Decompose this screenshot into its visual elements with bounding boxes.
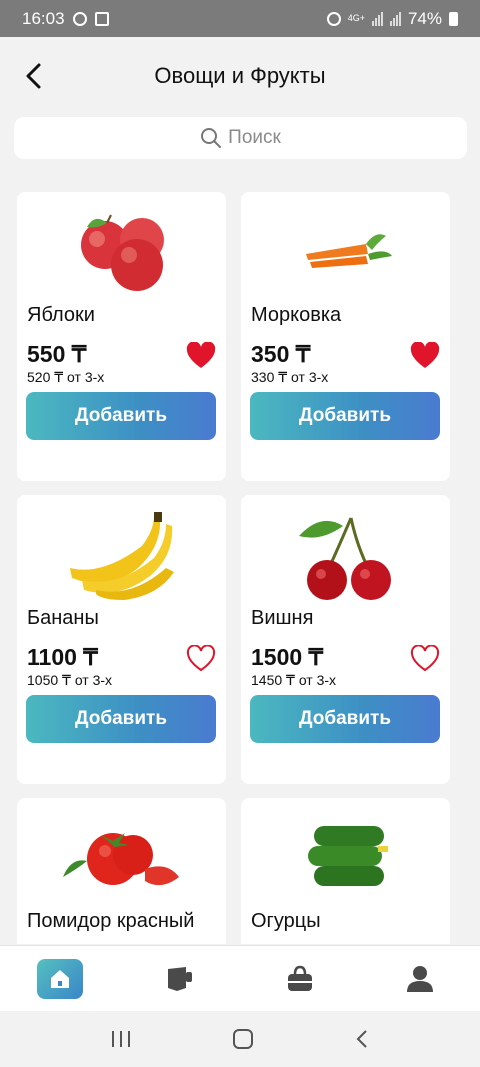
alarm-icon (326, 11, 341, 26)
product-price: 1500 ₸ (251, 644, 324, 670)
battery-level: 74% (407, 8, 442, 28)
product-price: 550 ₸ (27, 341, 87, 367)
back-system-icon[interactable] (354, 1028, 370, 1050)
favorite-heart-icon[interactable] (410, 341, 440, 370)
product-card[interactable]: Яблоки 550 ₸ 520 ₸ от 3-х Добавить (17, 192, 226, 481)
page-title: Овощи и Фрукты (154, 63, 326, 88)
status-bar: 16:03 4G+ 74% (0, 0, 480, 37)
add-to-cart-button[interactable]: Добавить (250, 695, 440, 743)
profile-icon (407, 965, 433, 992)
product-price: 350 ₸ (251, 341, 311, 367)
product-image-carrots (241, 200, 450, 300)
favorite-heart-icon[interactable] (186, 341, 216, 370)
product-bulk-price: 520 ₸ от 3-х (27, 369, 105, 385)
favorite-heart-outline-icon[interactable] (186, 644, 216, 673)
product-image-bananas (17, 503, 226, 603)
product-name: Вишня (251, 607, 314, 629)
nav-home[interactable] (30, 954, 90, 1004)
status-time: 16:03 (22, 8, 65, 28)
favorite-heart-outline-icon[interactable] (410, 644, 440, 673)
add-to-cart-button[interactable]: Добавить (26, 695, 216, 743)
signal-icon-2 (389, 11, 401, 26)
home-icon (37, 958, 83, 999)
product-card[interactable]: Огурцы (241, 798, 450, 944)
product-card[interactable]: Вишня 1500 ₸ 1450 ₸ от 3-х Добавить (241, 495, 450, 784)
sync-icon (72, 11, 87, 26)
product-price: 1100 ₸ (27, 644, 98, 670)
product-image-cucumbers (241, 806, 450, 906)
product-card[interactable]: Морковка 350 ₸ 330 ₸ от 3-х Добавить (241, 192, 450, 481)
add-to-cart-button[interactable]: Добавить (26, 392, 216, 440)
header: Овощи и Фрукты (0, 37, 480, 115)
product-bulk-price: 1050 ₸ от 3-х (27, 672, 113, 688)
nav-catalog[interactable] (150, 954, 210, 1004)
system-navigation (0, 1011, 480, 1067)
product-bulk-price: 1450 ₸ от 3-х (251, 672, 337, 688)
bottom-navigation (0, 945, 480, 1011)
recent-apps-icon[interactable] (110, 1029, 132, 1049)
search-placeholder: Поиск (228, 127, 281, 148)
search-input[interactable]: Поиск (14, 117, 467, 159)
product-name: Помидор красный (27, 910, 195, 932)
catalog-icon (168, 966, 192, 991)
product-name: Морковка (251, 304, 342, 326)
product-card[interactable]: Помидор красный (17, 798, 226, 944)
product-card[interactable]: Бананы 1100 ₸ 1050 ₸ от 3-х Добавить (17, 495, 226, 784)
product-grid: Яблоки 550 ₸ 520 ₸ от 3-х Добавить Морко… (17, 192, 450, 944)
back-button[interactable] (18, 59, 48, 93)
home-system-icon[interactable] (232, 1028, 254, 1050)
bag-icon (288, 965, 312, 991)
nav-profile[interactable] (390, 954, 450, 1004)
search-icon (201, 128, 222, 148)
network-type: 4G+ (347, 13, 365, 23)
signal-icon (371, 11, 383, 26)
product-name: Огурцы (251, 910, 321, 932)
product-name: Бананы (27, 607, 99, 629)
product-image-apples (17, 200, 226, 300)
product-image-cherries (241, 503, 450, 603)
nav-cart[interactable] (270, 954, 330, 1004)
back-arrow-icon (26, 63, 41, 89)
battery-icon (449, 11, 458, 26)
product-bulk-price: 330 ₸ от 3-х (251, 369, 329, 385)
product-name: Яблоки (27, 304, 95, 326)
app-notification-icon (94, 11, 109, 26)
product-image-tomatoes (17, 806, 226, 906)
add-to-cart-button[interactable]: Добавить (250, 392, 440, 440)
